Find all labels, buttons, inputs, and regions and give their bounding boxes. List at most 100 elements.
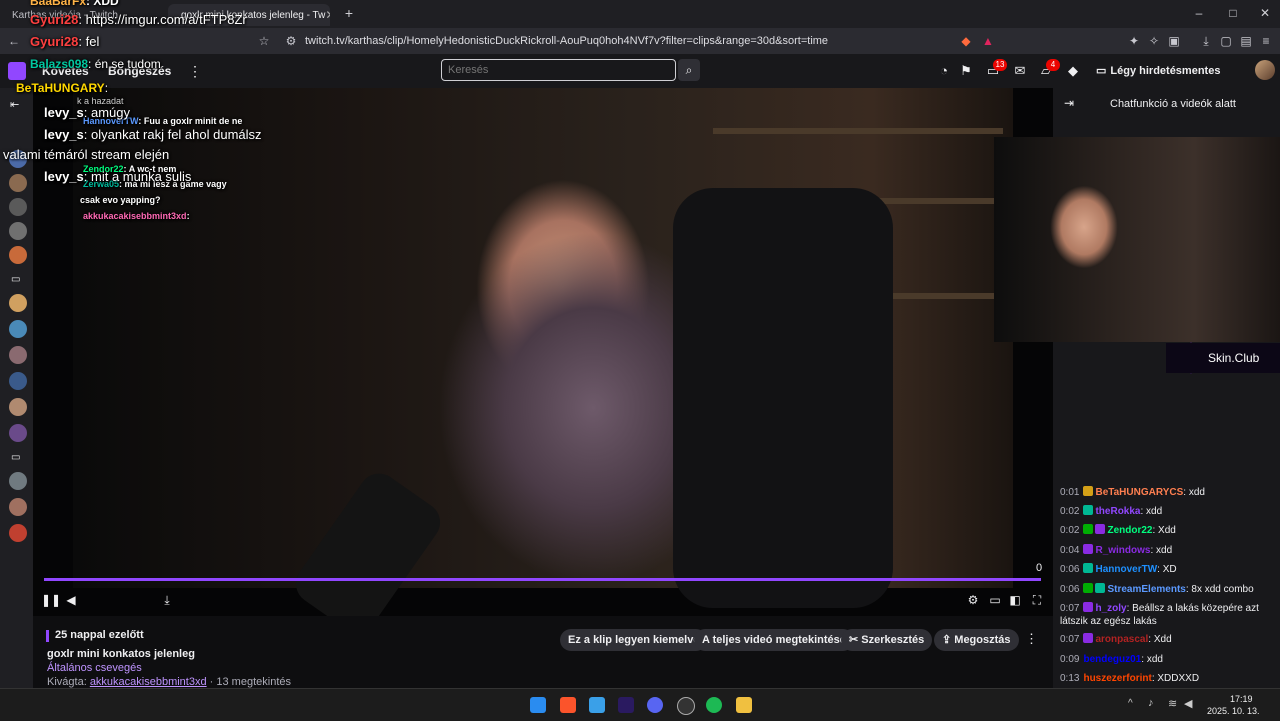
more-menu-icon[interactable]: ⋮ (188, 63, 202, 80)
channel-avatar[interactable] (9, 524, 27, 542)
channel-avatar[interactable] (9, 174, 27, 192)
clip-age: 25 nappal ezelőtt (55, 629, 144, 641)
chat-username: HannoverTW (1095, 564, 1158, 575)
ad-free-button[interactable]: ▭Légy hirdetésmentes ingyen (1090, 60, 1248, 99)
search-input[interactable] (441, 59, 676, 81)
subscriber-badge-icon (1083, 505, 1094, 515)
puzzle-icon[interactable]: ✧ (1146, 33, 1162, 49)
clipper-link[interactable]: akkukacakisebbmint3xd (90, 676, 207, 688)
watch-full-video-button[interactable]: A teljes videó megtekintése (694, 629, 854, 651)
clock-time[interactable]: 17:19 (1230, 694, 1253, 704)
chat-username: levy_s (44, 127, 84, 142)
prime-loot-icon[interactable]: ◔ (936, 63, 952, 79)
channel-avatar[interactable] (9, 424, 27, 442)
channel-avatar[interactable] (9, 198, 27, 216)
category-link[interactable]: Általános csevegés (47, 662, 142, 674)
volume-icon[interactable]: ◀ (1184, 697, 1192, 710)
edit-label: Szerkesztés (861, 634, 925, 646)
chat-timestamp: 0:04 (1060, 545, 1080, 556)
collapse-chat-icon[interactable]: ⇥ (1064, 96, 1074, 110)
tray-chevron-icon[interactable]: ^ (1128, 698, 1133, 709)
chat-timestamp: 0:06 (1060, 564, 1080, 575)
channel-avatar[interactable] (9, 320, 27, 338)
channel-avatar[interactable] (9, 294, 27, 312)
pause-icon[interactable]: ❚❚ (41, 592, 61, 608)
chat-message: 0:06 StreamElements: 8x xdd combo (1060, 583, 1275, 596)
chat-text: én se tudom (94, 57, 161, 71)
file-explorer-icon[interactable] (736, 697, 752, 713)
download-clip-icon[interactable]: ⤓ (159, 592, 175, 608)
more-options-icon[interactable]: ⋮ (1025, 631, 1038, 647)
video-player[interactable]: k a hazadat HannoverTW: Fuu a goxlr mini… (33, 88, 1053, 616)
chat-username: huszezerforint (1083, 673, 1152, 684)
minimize-button[interactable]: – (1184, 4, 1214, 22)
screenshot-icon[interactable]: ▢ (1218, 33, 1234, 49)
clock-date[interactable]: 2025. 10. 13. (1207, 706, 1260, 716)
bookmark-icon[interactable]: ☆ (256, 33, 272, 49)
chat-username: Balazs098 (30, 57, 89, 71)
channel-avatar[interactable] (9, 222, 27, 240)
chat-text: mit a munka sulis (91, 169, 192, 184)
chat-message: 0:01 BeTaHUNGARYCS: xdd (1060, 486, 1275, 499)
maximize-button[interactable]: □ (1218, 4, 1248, 22)
bits-icon[interactable]: ◆ (1065, 63, 1081, 79)
drops-icon[interactable]: ⚑ (958, 63, 974, 79)
channel-avatar[interactable] (9, 498, 27, 516)
url-field[interactable]: twitch.tv/karthas/clip/HomelyHedonisticD… (305, 31, 975, 51)
feature-clip-button[interactable]: Ez a klip legyen kiemelve (560, 629, 708, 651)
share-button[interactable]: ⇪ Megosztás (934, 629, 1019, 651)
brave-shield-icon[interactable]: ◆ (958, 33, 974, 49)
channel-avatar[interactable] (9, 472, 27, 490)
fullscreen-icon[interactable]: ⛶ (1029, 592, 1045, 608)
chat-text: csak evo yapping? (80, 195, 161, 205)
twitch-logo-icon[interactable] (8, 62, 26, 80)
whispers-icon[interactable]: ▱ 4 (1038, 59, 1060, 79)
theatre-mode-icon[interactable]: ◧ (1007, 592, 1023, 608)
user-avatar[interactable] (1255, 60, 1275, 80)
wallet-icon[interactable]: ▤ (1238, 33, 1254, 49)
site-info-icon[interactable]: ⚙ (283, 33, 299, 49)
vip-badge-icon (1083, 524, 1094, 534)
spotify-icon[interactable] (706, 697, 722, 713)
volume-icon[interactable]: ◀ (63, 592, 79, 608)
mail-icon[interactable]: ✉ (1012, 63, 1028, 79)
inbox-icon[interactable]: ▭ 13 (985, 59, 1007, 79)
menu-icon[interactable]: ≡ (1258, 33, 1274, 49)
download-icon[interactable]: ⤓ (1198, 33, 1214, 49)
brave-icon[interactable] (560, 697, 576, 713)
brave-rewards-icon[interactable]: ▲ (980, 33, 996, 49)
network-icon[interactable]: ≋ (1168, 697, 1177, 710)
twitch-top-nav: Követés Böngészés ⋮ ⌕ ◔ ⚑ ▭13 ✉ ▱4 ◆ ▭Lé… (0, 54, 1280, 99)
channel-avatar[interactable] (9, 346, 27, 364)
channel-avatar[interactable] (9, 372, 27, 390)
discord-icon[interactable] (647, 697, 663, 713)
close-window-button[interactable]: ✕ (1250, 4, 1280, 22)
new-tab-button[interactable]: + (334, 4, 364, 22)
app-icon[interactable] (677, 697, 695, 715)
overlay-chat-line: levy_s: olyankat rakj fel ahol dumálsz (44, 127, 262, 142)
cast-icon[interactable]: ▭ (987, 592, 1003, 608)
chat-username: bendeguz01 (1083, 654, 1142, 665)
premiere-icon[interactable] (618, 697, 634, 713)
notepad-icon[interactable] (589, 697, 605, 713)
collapse-sidebar-icon[interactable]: ⇤ (10, 98, 19, 111)
edit-button[interactable]: ✂ Szerkesztés (841, 629, 933, 651)
search-icon[interactable]: ⌕ (678, 59, 700, 81)
subscriber-badge-icon (1083, 602, 1094, 612)
microphone-icon[interactable]: ♪ (1148, 697, 1154, 709)
chat-username: akkukacakisebbmint3xd (83, 211, 187, 221)
progress-bar[interactable] (44, 578, 1041, 581)
start-icon[interactable] (530, 697, 546, 713)
settings-icon[interactable]: ⚙ (965, 592, 981, 608)
streamer-webcam (994, 137, 1280, 342)
channel-avatar[interactable] (9, 246, 27, 264)
back-icon[interactable]: ← (6, 33, 22, 49)
extension-icon[interactable]: ✦ (1126, 33, 1142, 49)
inbox-badge: 13 (993, 59, 1007, 71)
shelf (713, 128, 1003, 134)
sidebar-toggle-icon[interactable]: ▣ (1166, 33, 1182, 49)
overlay-chat-line: BaaBarFx: XDD (30, 0, 119, 8)
channel-avatar[interactable] (9, 398, 27, 416)
chat-message: 0:07 aronpascal: Xdd (1060, 633, 1275, 646)
close-tab-icon[interactable]: ✕ (325, 8, 330, 22)
